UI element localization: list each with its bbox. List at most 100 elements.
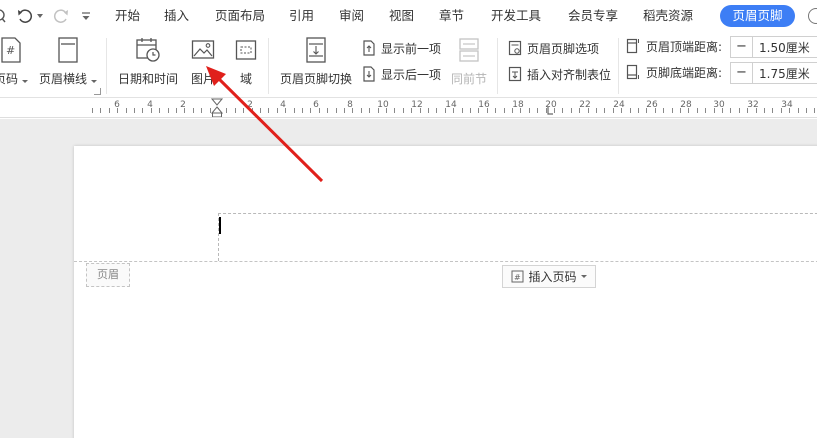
tab-review[interactable]: 审阅 <box>339 7 364 25</box>
ruler-tick <box>798 108 799 113</box>
ruler-tick <box>764 108 765 113</box>
header-rule-icon <box>57 36 79 64</box>
ruler-label: 32 <box>747 100 759 110</box>
footer-bottom-stepper[interactable]: − 1.75厘米 <box>730 62 817 84</box>
ruler[interactable]: 6 4 2 2 4 6 8 10 12 14 16 18 20 22 24 26… <box>0 98 817 118</box>
switch-button[interactable]: 页眉页脚切换 <box>276 36 356 90</box>
group-launcher-icon[interactable] <box>94 88 101 95</box>
same-as-prev-button[interactable]: 同前节 <box>449 36 489 90</box>
ruler-tick <box>520 108 521 113</box>
ruler-tick <box>252 108 253 113</box>
options-icon <box>507 40 523 56</box>
show-prev-label: 显示前一项 <box>381 41 442 56</box>
datetime-button[interactable]: 日期和时间 <box>116 36 180 90</box>
text-caret <box>219 217 221 234</box>
search-icon[interactable] <box>808 8 817 24</box>
insert-tab-stop-button[interactable]: 插入对齐制表位 <box>507 64 611 84</box>
search-icon[interactable] <box>0 5 8 27</box>
page-number-button[interactable]: # 页码 <box>0 36 29 90</box>
ruler-tick <box>571 108 572 113</box>
ruler-tick <box>680 108 681 113</box>
ruler-tick <box>697 108 698 113</box>
ruler-tick <box>193 108 194 113</box>
ruler-tick <box>756 108 757 113</box>
divider <box>268 38 269 94</box>
header-top-stepper[interactable]: − 1.50厘米 <box>730 36 817 58</box>
ruler-tick <box>436 108 437 113</box>
ruler-tick <box>772 108 773 113</box>
ruler-tick <box>495 108 496 113</box>
ruler-label: 24 <box>613 100 625 110</box>
ruler-tick <box>655 108 656 113</box>
ruler-label: 26 <box>646 100 658 110</box>
ruler-tick <box>781 108 782 113</box>
indent-marker-icon[interactable] <box>211 98 223 118</box>
document-page[interactable]: 页眉 # 插入页码 <box>74 146 817 438</box>
customize-icon[interactable] <box>79 5 93 27</box>
show-next-icon <box>361 66 377 82</box>
ruler-label: 16 <box>478 100 490 110</box>
ruler-label: 12 <box>411 100 423 110</box>
ruler-tick <box>168 108 169 113</box>
undo-icon[interactable] <box>15 5 35 27</box>
ruler-tick <box>403 108 404 113</box>
ruler-tick <box>386 108 387 113</box>
tab-insert[interactable]: 插入 <box>164 7 189 25</box>
tab-view[interactable]: 视图 <box>389 7 414 25</box>
ruler-tick <box>378 108 379 113</box>
show-prev-button[interactable]: 显示前一项 <box>361 38 441 58</box>
picture-button[interactable]: 图片 <box>186 36 220 90</box>
svg-text:#: # <box>514 273 521 282</box>
ruler-tick <box>420 108 421 113</box>
field-button[interactable]: 域 <box>232 36 260 90</box>
svg-text:#: # <box>6 44 15 57</box>
show-next-button[interactable]: 显示后一项 <box>361 64 441 84</box>
ruler-tick <box>226 108 227 113</box>
page-number-icon: # <box>0 36 22 64</box>
tab-member[interactable]: 会员专享 <box>568 7 618 25</box>
ruler-tick <box>504 108 505 113</box>
ruler-tick <box>344 108 345 113</box>
ruler-tick <box>134 108 135 113</box>
header-top-value[interactable]: 1.50厘米 <box>753 39 810 56</box>
ruler-tick <box>294 108 295 113</box>
ruler-tick <box>814 108 815 113</box>
redo-icon[interactable] <box>52 5 70 27</box>
ruler-label: 34 <box>781 100 793 110</box>
header-rule-button[interactable]: 页眉横线 <box>38 36 98 90</box>
picture-icon <box>191 36 215 64</box>
tab-docer-resources[interactable]: 稻壳资源 <box>643 7 693 25</box>
header-edit-area[interactable] <box>218 213 817 261</box>
undo-dropdown-icon[interactable] <box>36 5 44 27</box>
ruler-tick <box>369 108 370 113</box>
ruler-tick <box>302 108 303 113</box>
tab-sections[interactable]: 章节 <box>439 7 464 25</box>
ruler-tick <box>319 108 320 113</box>
ruler-tick <box>646 108 647 113</box>
footer-bottom-value[interactable]: 1.75厘米 <box>753 65 810 82</box>
tab-page-layout[interactable]: 页面布局 <box>215 7 265 25</box>
ruler-tick <box>159 108 160 113</box>
ruler-label: 14 <box>445 100 457 110</box>
tab-stop-marker-icon[interactable] <box>542 106 554 116</box>
options-button[interactable]: 页眉页脚选项 <box>507 38 599 58</box>
header-rule-label: 页眉横线 <box>39 72 97 86</box>
ruler-tick <box>100 108 101 113</box>
decrease-button[interactable]: − <box>731 63 753 83</box>
same-as-prev-icon <box>458 36 480 64</box>
ruler-tick <box>142 108 143 113</box>
tab-header-footer[interactable]: 页眉页脚 <box>720 5 795 27</box>
tab-developer[interactable]: 开发工具 <box>491 7 541 25</box>
header-top-label: 页眉顶端距离: <box>646 40 723 54</box>
ruler-tick <box>277 108 278 113</box>
header-distance-icon <box>626 38 640 54</box>
ruler-tick <box>621 108 622 113</box>
ruler-tick <box>176 108 177 113</box>
chevron-down-icon <box>580 275 587 278</box>
ruler-tick <box>672 108 673 113</box>
decrease-button[interactable]: − <box>731 37 753 57</box>
insert-page-number-button[interactable]: # 插入页码 <box>502 265 596 288</box>
tab-references[interactable]: 引用 <box>289 7 314 25</box>
tab-home[interactable]: 开始 <box>115 7 140 25</box>
picture-label: 图片 <box>190 72 215 86</box>
